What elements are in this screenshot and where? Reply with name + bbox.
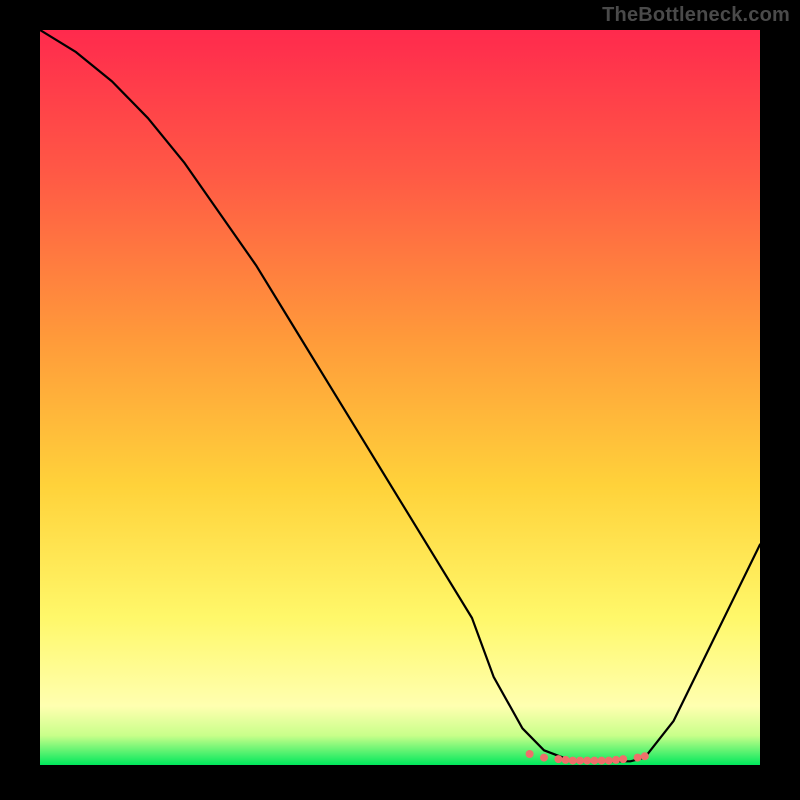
marker-dot	[605, 757, 613, 765]
marker-dot	[569, 757, 577, 765]
marker-dot	[576, 757, 584, 765]
marker-dot	[526, 750, 534, 758]
chart-frame: TheBottleneck.com	[0, 0, 800, 800]
marker-dot	[641, 752, 649, 760]
marker-dot	[554, 755, 562, 763]
marker-dot	[583, 757, 591, 765]
marker-dot	[612, 756, 620, 764]
gradient-background	[40, 30, 760, 765]
chart-svg	[40, 30, 760, 765]
marker-dot	[540, 754, 548, 762]
marker-dot	[634, 754, 642, 762]
marker-dot	[590, 757, 598, 765]
watermark-label: TheBottleneck.com	[602, 4, 790, 27]
marker-dot	[598, 757, 606, 765]
marker-dot	[562, 756, 570, 764]
marker-dot	[619, 755, 627, 763]
plot-area	[40, 30, 760, 765]
